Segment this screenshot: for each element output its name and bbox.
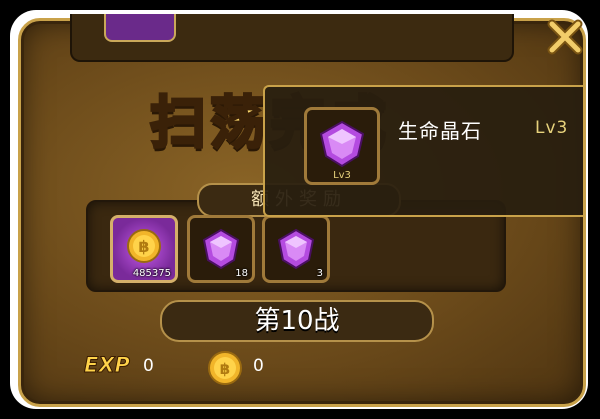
gold-coin-icon: ฿ — [208, 351, 242, 385]
coin-value: 0 — [253, 356, 264, 376]
reward-slot-gem[interactable]: 3 — [262, 215, 330, 283]
reward-slot-gem[interactable]: 18 — [187, 215, 255, 283]
tooltip-slot-level: Lv3 — [333, 170, 351, 181]
tooltip-item-name: 生命晶石 — [398, 119, 482, 143]
exp-label: EXP — [84, 353, 131, 378]
close-button[interactable] — [540, 12, 588, 60]
svg-text:฿: ฿ — [138, 237, 149, 256]
tooltip-item-slot: Lv3 — [304, 107, 380, 185]
previous-reward-item — [104, 14, 176, 42]
tooltip-item-level: Lv3 — [535, 118, 569, 138]
svg-text:฿: ฿ — [220, 360, 230, 378]
reward-count: 3 — [316, 268, 323, 279]
reward-count: 18 — [235, 268, 248, 279]
reward-slot-gold[interactable]: ฿ 485375 — [110, 215, 178, 283]
close-icon — [547, 19, 583, 55]
battle-number-label: 第10战 — [160, 300, 434, 342]
game-screen: 扫荡完成 额外奖励 ฿ 485375 18 3 第10战 EXP 0 — [0, 0, 600, 419]
exp-value: 0 — [143, 356, 154, 376]
reward-count: 485375 — [132, 268, 171, 279]
